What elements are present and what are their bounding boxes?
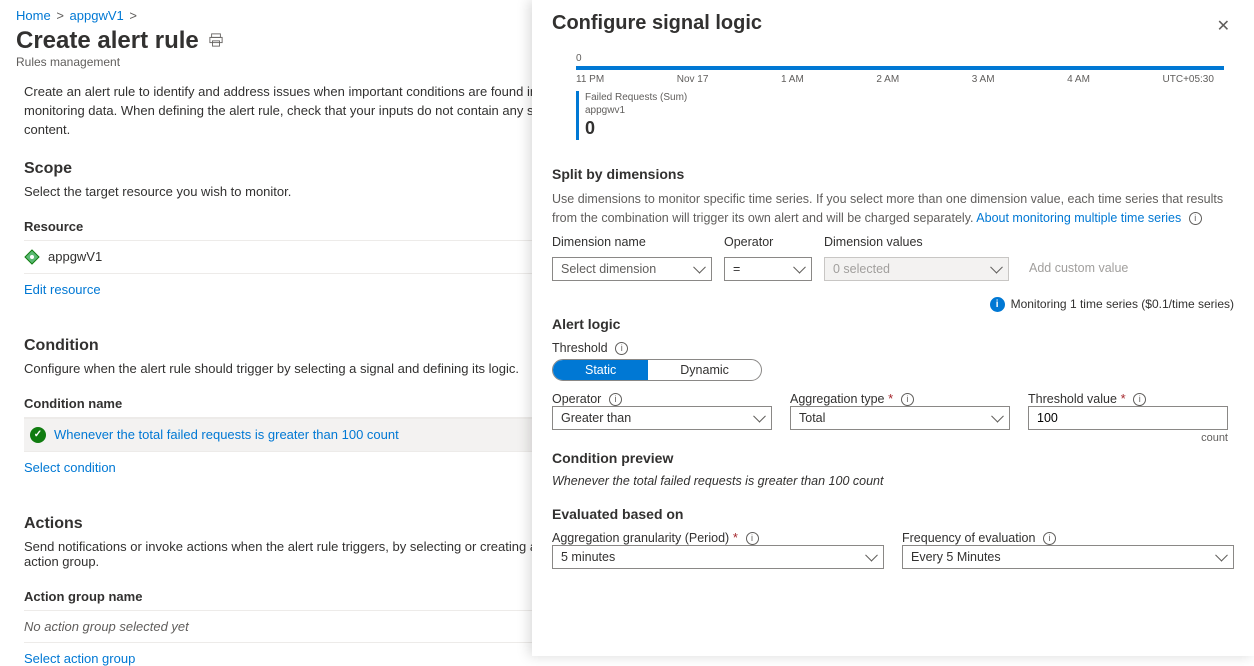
granularity-label: Aggregation granularity (Period) bbox=[552, 531, 729, 545]
threshold-label: Threshold bbox=[552, 341, 608, 355]
chart-x-tick: 11 PM bbox=[576, 74, 604, 85]
condition-row[interactable]: Whenever the total failed requests is gr… bbox=[24, 418, 582, 452]
chart-series-name: Failed Requests (Sum) bbox=[585, 91, 687, 104]
select-condition-link[interactable]: Select condition bbox=[24, 460, 116, 475]
condition-heading: Condition bbox=[24, 337, 582, 355]
scope-sub: Select the target resource you wish to m… bbox=[24, 184, 582, 199]
chart-x-tick: 2 AM bbox=[876, 74, 899, 85]
panel-title: Configure signal logic bbox=[552, 12, 762, 35]
aggregation-type-label: Aggregation type bbox=[790, 392, 885, 406]
required-mark: * bbox=[733, 530, 738, 545]
dimension-operator-select[interactable]: = bbox=[724, 257, 812, 281]
info-icon[interactable]: i bbox=[609, 393, 622, 406]
actions-sub: Send notifications or invoke actions whe… bbox=[24, 539, 582, 569]
breadcrumb-sep: > bbox=[56, 8, 64, 23]
required-mark: * bbox=[888, 391, 893, 406]
threshold-dynamic-pill[interactable]: Dynamic bbox=[648, 360, 761, 380]
resource-column-header: Resource bbox=[24, 211, 582, 241]
info-icon[interactable]: i bbox=[901, 393, 914, 406]
condition-preview-text: Whenever the total failed requests is gr… bbox=[552, 474, 1234, 488]
resource-row: appgwV1 bbox=[24, 241, 582, 274]
metric-chart[interactable]: 0 11 PM Nov 17 1 AM 2 AM 3 AM 4 AM UTC+0… bbox=[552, 49, 1234, 148]
operator-label: Operator bbox=[552, 392, 601, 406]
condition-preview-heading: Condition preview bbox=[552, 450, 1234, 466]
close-icon[interactable]: ✕ bbox=[1213, 12, 1234, 40]
granularity-select[interactable]: 5 minutes bbox=[552, 545, 884, 569]
threshold-value-input[interactable] bbox=[1028, 406, 1228, 430]
info-icon[interactable]: i bbox=[1043, 532, 1056, 545]
add-custom-value-button[interactable]: Add custom value bbox=[1021, 257, 1136, 281]
alert-logic-heading: Alert logic bbox=[552, 316, 1234, 332]
breadcrumb-resource[interactable]: appgwV1 bbox=[70, 8, 124, 23]
check-icon bbox=[30, 427, 46, 443]
threshold-unit: count bbox=[1028, 432, 1228, 444]
chart-x-tick: 3 AM bbox=[972, 74, 995, 85]
dimension-name-select[interactable]: Select dimension bbox=[552, 257, 712, 281]
info-icon[interactable]: i bbox=[1133, 393, 1146, 406]
threshold-static-pill[interactable]: Static bbox=[553, 360, 648, 380]
about-time-series-link[interactable]: About monitoring multiple time series bbox=[976, 211, 1181, 225]
condition-text[interactable]: Whenever the total failed requests is gr… bbox=[54, 427, 399, 442]
dimension-values-label: Dimension values bbox=[824, 235, 1009, 249]
actions-heading: Actions bbox=[24, 515, 582, 533]
select-action-group-link[interactable]: Select action group bbox=[24, 651, 135, 666]
edit-resource-link[interactable]: Edit resource bbox=[24, 282, 101, 297]
info-blue-icon: i bbox=[990, 297, 1005, 312]
print-icon[interactable] bbox=[209, 33, 223, 50]
chart-x-tick: 4 AM bbox=[1067, 74, 1090, 85]
frequency-label: Frequency of evaluation bbox=[902, 531, 1035, 545]
monitoring-cost-text: Monitoring 1 time series ($0.1/time seri… bbox=[1011, 297, 1234, 311]
required-mark: * bbox=[1121, 391, 1126, 406]
frequency-select[interactable]: Every 5 Minutes bbox=[902, 545, 1234, 569]
breadcrumb-home[interactable]: Home bbox=[16, 8, 51, 23]
chart-line bbox=[576, 66, 1224, 70]
aggregation-type-select[interactable]: Total bbox=[790, 406, 1010, 430]
configure-signal-panel: Configure signal logic ✕ 0 11 PM Nov 17 … bbox=[532, 0, 1254, 656]
resource-name: appgwV1 bbox=[48, 249, 102, 264]
condition-sub: Configure when the alert rule should tri… bbox=[24, 361, 582, 376]
chart-x-tick: Nov 17 bbox=[677, 74, 709, 85]
split-dimensions-help: Use dimensions to monitor specific time … bbox=[552, 190, 1234, 226]
condition-column-header: Condition name bbox=[24, 388, 582, 418]
operator-select[interactable]: Greater than bbox=[552, 406, 772, 430]
split-dimensions-heading: Split by dimensions bbox=[552, 166, 1234, 182]
scope-heading: Scope bbox=[24, 160, 582, 178]
chart-current-value: 0 bbox=[585, 117, 687, 140]
info-icon[interactable]: i bbox=[615, 342, 628, 355]
threshold-value-label: Threshold value bbox=[1028, 392, 1117, 406]
threshold-toggle: Static Dynamic bbox=[552, 359, 762, 381]
action-group-column-header: Action group name bbox=[24, 581, 582, 611]
chart-y-tick: 0 bbox=[576, 53, 1224, 64]
dimension-name-label: Dimension name bbox=[552, 235, 712, 249]
chart-x-axis: 11 PM Nov 17 1 AM 2 AM 3 AM 4 AM UTC+05:… bbox=[576, 74, 1224, 85]
info-icon[interactable]: i bbox=[746, 532, 759, 545]
chart-x-tick: UTC+05:30 bbox=[1163, 74, 1214, 85]
chart-resource: appgwv1 bbox=[585, 104, 687, 117]
evaluated-based-on-heading: Evaluated based on bbox=[552, 506, 1234, 522]
page-title: Create alert rule bbox=[16, 27, 199, 55]
dimension-operator-label: Operator bbox=[724, 235, 812, 249]
no-action-group-text: No action group selected yet bbox=[24, 611, 582, 643]
chart-x-tick: 1 AM bbox=[781, 74, 804, 85]
info-icon[interactable]: i bbox=[1189, 212, 1202, 225]
appgw-icon bbox=[24, 249, 40, 265]
dimension-values-select[interactable]: 0 selected bbox=[824, 257, 1009, 281]
breadcrumb-sep: > bbox=[129, 8, 137, 23]
page-description: Create an alert rule to identify and add… bbox=[24, 83, 582, 140]
